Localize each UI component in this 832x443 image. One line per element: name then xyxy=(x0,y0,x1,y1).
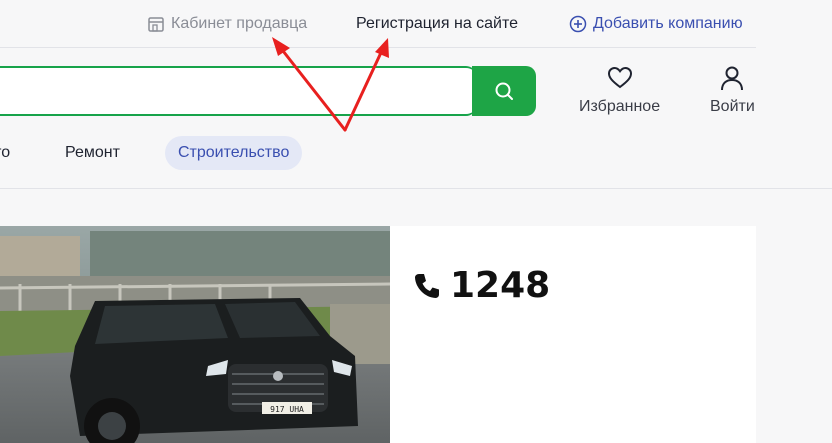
seller-cabinet-label: Кабинет продавца xyxy=(171,15,308,32)
phone-block: 1248 xyxy=(412,266,550,306)
phone-number: 1248 xyxy=(450,265,551,306)
suv-illustration: 917 UHA xyxy=(0,226,390,443)
login-button[interactable]: Войти xyxy=(710,64,755,116)
favorites-label: Избранное xyxy=(579,98,661,115)
favorites-button[interactable]: Избранное xyxy=(579,64,660,116)
heart-icon xyxy=(607,66,632,89)
search-button[interactable] xyxy=(472,66,536,116)
top-bar: Кабинет продавца Регистрация на сайте До… xyxy=(0,0,756,48)
seller-cabinet-link[interactable]: Кабинет продавца xyxy=(147,14,307,34)
banner-car-image[interactable]: 917 UHA xyxy=(0,226,390,443)
search-icon xyxy=(495,82,513,100)
login-label: Войти xyxy=(710,98,755,115)
register-label: Регистрация на сайте xyxy=(356,15,519,32)
register-link[interactable]: Регистрация на сайте xyxy=(356,14,518,34)
category-chip-stroitelstvo[interactable]: Строительство xyxy=(165,136,303,170)
section-divider xyxy=(0,188,832,189)
category-chip-remont[interactable]: Ремонт xyxy=(65,136,120,170)
category-chip[interactable]: вто xyxy=(0,136,10,170)
add-company-label: Добавить компанию xyxy=(593,15,743,32)
search-input[interactable] xyxy=(0,66,476,116)
banner-phone-card[interactable]: 1248 xyxy=(390,226,756,443)
user-icon xyxy=(721,66,744,91)
store-icon xyxy=(148,17,164,32)
phone-icon xyxy=(415,274,439,298)
add-company-link[interactable]: Добавить компанию xyxy=(569,14,743,34)
plate-text: 917 UHA xyxy=(270,405,304,414)
plus-circle-icon xyxy=(569,15,587,33)
